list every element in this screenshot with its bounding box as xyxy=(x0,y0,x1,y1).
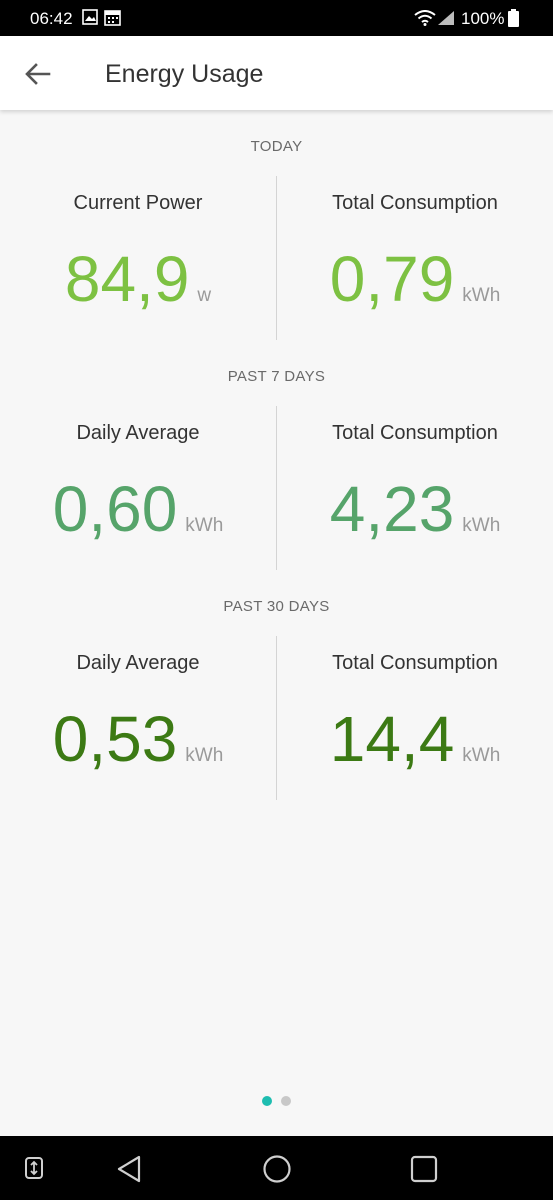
stat-value: 0,79 xyxy=(329,243,455,315)
nav-recents-button[interactable] xyxy=(410,1155,438,1188)
back-triangle-icon xyxy=(117,1155,141,1183)
stat-value: 14,4 xyxy=(329,703,455,775)
app-bar: Energy Usage xyxy=(0,36,553,110)
stats-row-past-30-days: Daily Average 0,53 kWh Total Consumption … xyxy=(0,636,553,800)
stat-unit: w xyxy=(197,285,212,306)
stat-label: Total Consumption xyxy=(332,192,498,214)
stat-unit: kWh xyxy=(462,285,501,306)
section-header-past-30-days: PAST 30 DAYS xyxy=(223,598,330,615)
stat-daily-average-7-days: Daily Average 0,60 kWh xyxy=(0,406,276,570)
stat-label: Total Consumption xyxy=(332,652,498,674)
page-title: Energy Usage xyxy=(105,60,264,88)
stat-daily-average-30-days: Daily Average 0,53 kWh xyxy=(0,636,276,800)
stat-label: Daily Average xyxy=(76,652,200,674)
signal-icon xyxy=(437,10,455,31)
stat-value: 0,53 xyxy=(52,703,178,775)
accessibility-icon xyxy=(25,1157,43,1179)
section-header-past-7-days: PAST 7 DAYS xyxy=(227,368,326,385)
status-bar: 06:42 100% xyxy=(0,0,553,36)
stat-label: Daily Average xyxy=(76,422,200,444)
stat-total-consumption-7-days: Total Consumption 4,23 kWh xyxy=(277,406,553,570)
stat-value: 4,23 xyxy=(329,473,455,545)
system-nav-bar xyxy=(0,1136,553,1200)
stats-row-past-7-days: Daily Average 0,60 kWh Total Consumption … xyxy=(0,406,553,570)
gallery-icon xyxy=(82,9,98,30)
section-header-today: TODAY xyxy=(250,138,303,155)
stat-unit: kWh xyxy=(185,745,224,766)
nav-home-button[interactable] xyxy=(262,1154,292,1189)
stat-total-consumption-today: Total Consumption 0,79 kWh xyxy=(277,176,553,340)
status-time: 06:42 xyxy=(30,9,73,28)
stat-unit: kWh xyxy=(462,515,501,536)
page-indicator-dot-active[interactable] xyxy=(262,1096,272,1106)
wifi-icon xyxy=(414,10,436,31)
stat-label: Current Power xyxy=(73,192,203,214)
calendar-icon xyxy=(104,9,121,31)
accessibility-button[interactable] xyxy=(22,1156,46,1185)
battery-percent: 100% xyxy=(461,9,505,28)
stat-total-consumption-30-days: Total Consumption 14,4 kWh xyxy=(277,636,553,800)
nav-back-button[interactable] xyxy=(115,1154,143,1189)
stat-value: 0,60 xyxy=(52,473,178,545)
home-circle-icon xyxy=(263,1155,291,1183)
stat-unit: kWh xyxy=(462,745,501,766)
page-indicator-dot[interactable] xyxy=(281,1096,291,1106)
back-button[interactable] xyxy=(22,58,54,90)
back-arrow-icon xyxy=(25,63,51,85)
stat-value: 84,9 xyxy=(64,243,190,315)
stat-label: Total Consumption xyxy=(332,422,498,444)
battery-icon xyxy=(508,9,519,32)
recents-square-icon xyxy=(410,1155,438,1183)
stat-unit: kWh xyxy=(185,515,224,536)
stat-current-power: Current Power 84,9 w xyxy=(0,176,276,340)
stats-row-today: Current Power 84,9 w Total Consumption 0,… xyxy=(0,176,553,340)
